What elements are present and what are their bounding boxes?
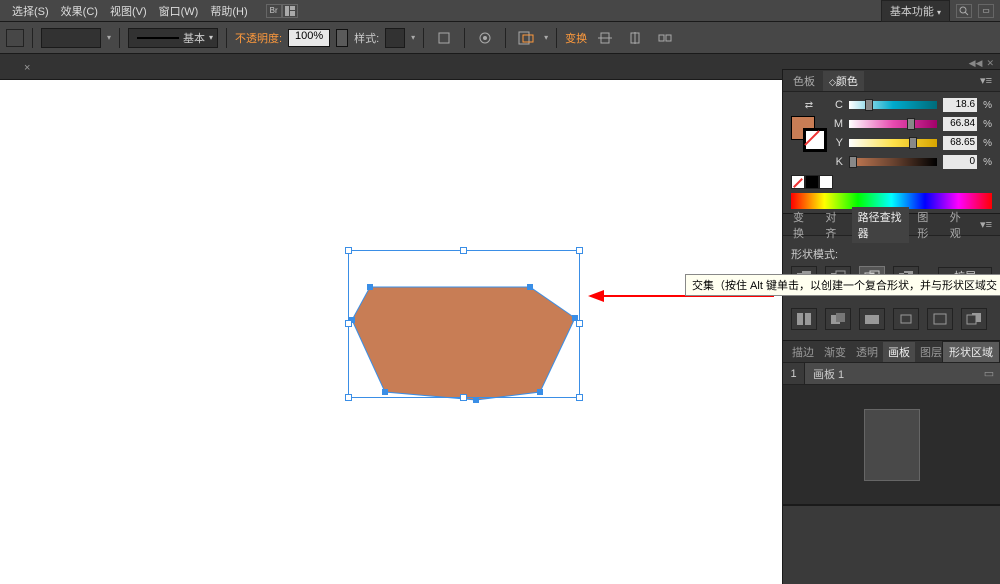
workspace-switcher[interactable]: 基本功能 ▾	[881, 0, 950, 22]
shape-mode-label: 形状模式:	[791, 246, 992, 262]
panel-menu-button[interactable]: ▾≡	[976, 74, 996, 87]
opacity-input[interactable]: 100%	[288, 29, 330, 47]
none-swatch[interactable]	[791, 175, 805, 189]
pathfinder-panel: 变换 对齐 路径查找器 图形 外观 ▾≡ 形状模式:	[783, 214, 1000, 341]
arrange-docs-button[interactable]	[282, 4, 298, 18]
resize-handle[interactable]	[345, 320, 352, 327]
transform-each-icon[interactable]	[653, 27, 677, 49]
resize-handle[interactable]	[460, 394, 467, 401]
swap-fill-stroke-icon[interactable]: ⇄	[802, 98, 816, 112]
control-bar: ▾ 基本 ▾ 不透明度: 100% 样式: ▾ ▾ 变换	[0, 22, 1000, 54]
stroke-dropdown[interactable]: 基本 ▾	[128, 28, 218, 48]
resize-handle[interactable]	[576, 394, 583, 401]
selection-bounding-box[interactable]	[348, 250, 580, 398]
menu-bar: 选择(S) 效果(C) 视图(V) 窗口(W) 帮助(H) Br 基本功能 ▾ …	[0, 0, 1000, 22]
opacity-label[interactable]: 不透明度:	[235, 30, 282, 46]
magenta-slider[interactable]	[849, 120, 937, 128]
no-selection-icon	[6, 29, 24, 47]
color-panel: 色板 ◇颜色 ▾≡ ⇄ C 18.6 %	[783, 70, 1000, 214]
pathfinder-tab[interactable]: 路径查找器	[852, 207, 910, 243]
artboard-index: 1	[783, 363, 805, 384]
magenta-label: M	[833, 118, 843, 130]
black-swatch[interactable]	[805, 175, 819, 189]
resize-handle[interactable]	[345, 247, 352, 254]
fill-dropdown[interactable]	[41, 28, 101, 48]
style-label: 样式:	[354, 30, 379, 46]
yellow-label: Y	[833, 137, 843, 149]
resize-handle[interactable]	[345, 394, 352, 401]
panel-close-icon[interactable]: ✕	[986, 58, 994, 69]
align-artboard-icon[interactable]	[514, 27, 538, 49]
search-icon[interactable]	[956, 4, 972, 18]
yellow-value[interactable]: 68.65	[943, 136, 977, 150]
floating-label: 形状区域	[942, 341, 1000, 363]
canvas-area[interactable]	[0, 80, 782, 584]
resize-handle[interactable]	[576, 247, 583, 254]
stroke-tab[interactable]: 描边	[787, 342, 819, 362]
artboards-tab[interactable]: 画板	[883, 342, 915, 362]
fill-stroke-indicator[interactable]	[791, 116, 827, 152]
artboard-preview	[783, 385, 1000, 505]
black-label: K	[833, 156, 843, 168]
stroke-preset-label: 基本	[183, 30, 205, 46]
transparency-tab[interactable]: 透明	[851, 342, 883, 362]
artboard-thumbnail[interactable]	[864, 409, 920, 481]
cyan-label: C	[833, 99, 843, 111]
document-tab[interactable]: ×	[0, 57, 40, 79]
panel-menu-button[interactable]: ▾≡	[976, 218, 996, 231]
window-control-icon[interactable]: ▭	[978, 4, 994, 18]
graphic-tab[interactable]: 图形	[911, 207, 941, 243]
yellow-slider[interactable]	[849, 139, 937, 147]
menu-select[interactable]: 选择(S)	[6, 3, 55, 19]
panel-collapse-icon[interactable]: ◀◀	[969, 58, 983, 69]
artboards-panel: 描边 渐变 透明 画板 图层 图 形状区域 1 画板 1 ▭	[783, 341, 1000, 506]
transform-label[interactable]: 变换	[565, 30, 587, 46]
black-slider[interactable]	[849, 158, 937, 166]
artboard-name[interactable]: 画板 1	[805, 366, 978, 382]
color-tab[interactable]: ◇颜色	[823, 71, 864, 91]
graphic-style-dropdown[interactable]	[385, 28, 405, 48]
tab-close-button[interactable]: ×	[24, 62, 30, 74]
menu-window[interactable]: 窗口(W)	[153, 3, 205, 19]
quick-swatches	[791, 175, 992, 189]
magenta-value[interactable]: 66.84	[943, 117, 977, 131]
artboard-options-icon[interactable]: ▭	[978, 367, 1000, 380]
transform-width-icon[interactable]	[593, 27, 617, 49]
intersect-tooltip: 交集（按住 Alt 键单击，以创建一个复合形状，并与形状区域交	[685, 274, 1000, 296]
right-panel-column: 色板 ◇颜色 ▾≡ ⇄ C 18.6 %	[782, 70, 1000, 584]
menu-help[interactable]: 帮助(H)	[204, 3, 253, 19]
align-tab[interactable]: 对齐	[819, 207, 849, 243]
preferences-icon[interactable]	[473, 27, 497, 49]
transform-tab[interactable]: 变换	[787, 207, 817, 243]
minus-back-button[interactable]	[961, 308, 987, 330]
menu-effect[interactable]: 效果(C)	[55, 3, 104, 19]
swatches-tab[interactable]: 色板	[787, 71, 821, 91]
document-setup-icon[interactable]	[432, 27, 456, 49]
resize-handle[interactable]	[460, 247, 467, 254]
merge-button[interactable]	[859, 308, 885, 330]
gradient-tab[interactable]: 渐变	[819, 342, 851, 362]
outline-button[interactable]	[927, 308, 953, 330]
resize-handle[interactable]	[576, 320, 583, 327]
opacity-dropdown-button[interactable]	[336, 29, 348, 47]
appearance-tab[interactable]: 外观	[944, 207, 974, 243]
cyan-value[interactable]: 18.6	[943, 98, 977, 112]
trim-button[interactable]	[825, 308, 851, 330]
bridge-button[interactable]: Br	[266, 4, 282, 18]
divide-button[interactable]	[791, 308, 817, 330]
artboard-row[interactable]: 1 画板 1 ▭	[783, 363, 1000, 385]
black-value[interactable]: 0	[943, 155, 977, 169]
panel-collapse-strip: ◀◀ ✕	[782, 58, 1000, 70]
transform-height-icon[interactable]	[623, 27, 647, 49]
cyan-slider[interactable]	[849, 101, 937, 109]
menu-view[interactable]: 视图(V)	[104, 3, 153, 19]
white-swatch[interactable]	[819, 175, 833, 189]
crop-button[interactable]	[893, 308, 919, 330]
